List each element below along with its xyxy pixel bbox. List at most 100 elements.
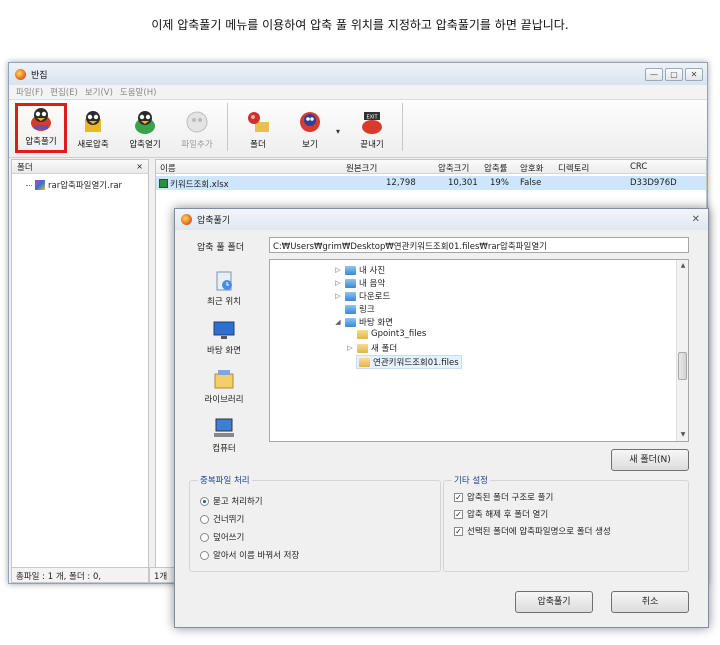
checkbox-checked[interactable]: ✓ [454, 526, 463, 536]
folder-tree: ▷ 내 사진 ▷ 내 음악 ▷ 다운로드 링크 ◢ 바탕 화면 Gpoint3_file… [269, 259, 689, 442]
expand-arrow-icon[interactable]: ▷ [334, 292, 342, 300]
menu-view[interactable]: 보기(V) [85, 86, 113, 98]
menu-help[interactable]: 도움말(H) [120, 86, 156, 98]
tree-item-new-folder[interactable]: ▷ 새 폴더 [346, 342, 397, 354]
collapse-arrow-icon[interactable]: ◢ [334, 318, 342, 326]
place-computer[interactable]: 컴퓨터 [189, 406, 259, 454]
recent-places-icon [216, 271, 232, 291]
tree-item-desktop[interactable]: ◢ 바탕 화면 [334, 316, 393, 328]
place-desktop[interactable]: 바탕 화면 [189, 308, 259, 356]
menu-file[interactable]: 파일(F) [16, 86, 43, 98]
tree-scrollbar[interactable]: ▲ ▼ [676, 260, 688, 441]
place-libraries[interactable]: 라이브러리 [189, 357, 259, 405]
close-button[interactable]: ✕ [685, 67, 703, 81]
scroll-down-icon[interactable]: ▼ [677, 429, 689, 441]
open-archive-button[interactable]: 압축열기 [119, 103, 171, 153]
option-label: 알아서 이름 바꿔서 저장 [213, 551, 300, 561]
option-label: 압축된 폴더 구조로 풀기 [467, 493, 554, 503]
archive-tree-item[interactable]: rar압축파일열기.rar [26, 179, 148, 191]
minimize-button[interactable]: — [645, 67, 663, 81]
add-file-label: 파일추가 [181, 140, 213, 150]
extract-confirm-button[interactable]: 압축풀기 [515, 591, 593, 613]
expand-arrow-icon[interactable]: ▷ [334, 266, 342, 274]
scroll-up-icon[interactable]: ▲ [677, 260, 689, 272]
menu-bar: 파일(F) 편집(E) 보기(V) 도움말(H) [9, 85, 707, 100]
new-folder-button[interactable]: 새 폴더(N) [611, 449, 689, 471]
tree-item-label: 바탕 화면 [359, 318, 393, 328]
other-settings-group: 기타 설정 ✓ 압축된 폴더 구조로 풀기 ✓ 압축 해제 후 폴더 열기 ✓ 선택된… [443, 474, 689, 572]
extract-button[interactable]: 압축풀기 [15, 103, 67, 153]
destination-path-field[interactable]: C:₩Users₩grim₩Desktop₩연관키워드조회01.files₩ra… [269, 237, 689, 253]
col-directory[interactable]: 디렉토리 [558, 162, 589, 174]
file-list-header: 이름 원본크기 압축크기 압축률 암호화 디렉토리 CRC [156, 160, 706, 174]
tree-item-pictures[interactable]: ▷ 내 사진 [334, 264, 385, 276]
checkbox-checked[interactable]: ✓ [454, 492, 463, 502]
folder-button[interactable]: 폴더 [232, 103, 284, 153]
add-file-icon [186, 111, 208, 133]
tree-item-links[interactable]: 링크 [334, 303, 375, 315]
cancel-button[interactable]: 취소 [611, 591, 689, 613]
tree-item-label: 연관키워드조회01.files [373, 358, 459, 368]
tree-item-label: 새 폴더 [371, 344, 398, 354]
maximize-button[interactable]: ▢ [665, 67, 683, 81]
radio-button[interactable] [200, 496, 209, 506]
option-keep-structure[interactable]: ✓ 압축된 폴더 구조로 풀기 [454, 491, 553, 503]
app-logo-icon [15, 68, 26, 80]
option-open-folder[interactable]: ✓ 압축 해제 후 폴더 열기 [454, 508, 548, 520]
file-name: 키워드조회.xlsx [170, 180, 229, 190]
tree-item-downloads[interactable]: ▷ 다운로드 [334, 290, 390, 302]
duplicate-handling-group: 중복파일 처리 묻고 처리하기 건너뛰기 덮어쓰기 알아서 이름 바꿔서 저장 [189, 474, 441, 572]
option-rename[interactable]: 알아서 이름 바꿔서 저장 [200, 549, 299, 561]
view-label: 보기 [302, 140, 318, 150]
table-row[interactable]: 키워드조회.xlsx 12,798 10,301 19% False D33D9… [156, 176, 706, 190]
col-name[interactable]: 이름 [160, 162, 176, 174]
option-label: 덮어쓰기 [213, 533, 245, 543]
place-libraries-label: 라이브러리 [204, 395, 244, 405]
folder-icon [359, 357, 370, 367]
col-crc[interactable]: CRC [630, 162, 647, 172]
folder-pin-icon [248, 112, 269, 132]
folder-pane-close-icon[interactable]: × [136, 162, 143, 171]
new-archive-button[interactable]: 새로압축 [67, 103, 119, 153]
radio-button[interactable] [200, 550, 209, 560]
view-dropdown-icon[interactable]: ▾ [336, 103, 346, 136]
new-archive-label: 새로압축 [77, 140, 109, 150]
place-recent-label: 최근 위치 [207, 297, 241, 307]
tree-item-label: 다운로드 [359, 292, 391, 302]
menu-edit[interactable]: 편집(E) [50, 86, 78, 98]
rar-file-icon [35, 180, 45, 190]
scroll-thumb[interactable] [678, 352, 687, 380]
radio-button[interactable] [200, 514, 209, 524]
place-recent[interactable]: 최근 위치 [189, 259, 259, 307]
tree-item-label: 링크 [359, 305, 375, 315]
library-icon [214, 370, 234, 389]
view-button[interactable]: 보기 [284, 103, 336, 153]
tree-item-gpoint[interactable]: Gpoint3_files [346, 329, 426, 339]
exit-icon: EXIT [362, 112, 382, 134]
add-file-button[interactable]: 파일추가 [171, 103, 223, 153]
checkbox-checked[interactable]: ✓ [454, 509, 463, 519]
col-encrypted[interactable]: 암호화 [520, 162, 543, 174]
place-computer-label: 컴퓨터 [212, 444, 236, 454]
option-ask[interactable]: 묻고 처리하기 [200, 495, 263, 507]
radio-button[interactable] [200, 532, 209, 542]
other-settings-title: 기타 설정 [452, 474, 490, 486]
folder-icon [357, 343, 368, 353]
folder-pane-title: 폴더 [17, 162, 33, 173]
folder-icon [345, 278, 356, 288]
duplicate-group-title: 중복파일 처리 [198, 474, 252, 486]
dialog-close-button[interactable]: ✕ [692, 214, 700, 225]
option-skip[interactable]: 건너뛰기 [200, 513, 244, 525]
option-overwrite[interactable]: 덮어쓰기 [200, 531, 244, 543]
option-create-folder[interactable]: ✓ 선택된 폴더에 압축파일명으로 폴더 생성 [454, 525, 611, 537]
svg-text:EXIT: EXIT [366, 115, 378, 121]
tree-item-music[interactable]: ▷ 내 음악 [334, 277, 385, 289]
tree-item-selected[interactable]: 연관키워드조회01.files [356, 355, 462, 369]
col-compressed-size[interactable]: 압축크기 [438, 162, 469, 174]
expand-arrow-icon[interactable]: ▷ [346, 344, 354, 352]
exit-button[interactable]: EXIT 끝내기 [346, 103, 398, 153]
col-original-size[interactable]: 원본크기 [346, 162, 377, 174]
option-label: 선택된 폴더에 압축파일명으로 폴더 생성 [467, 527, 611, 537]
col-ratio[interactable]: 압축률 [484, 162, 507, 174]
expand-arrow-icon[interactable]: ▷ [334, 279, 342, 287]
